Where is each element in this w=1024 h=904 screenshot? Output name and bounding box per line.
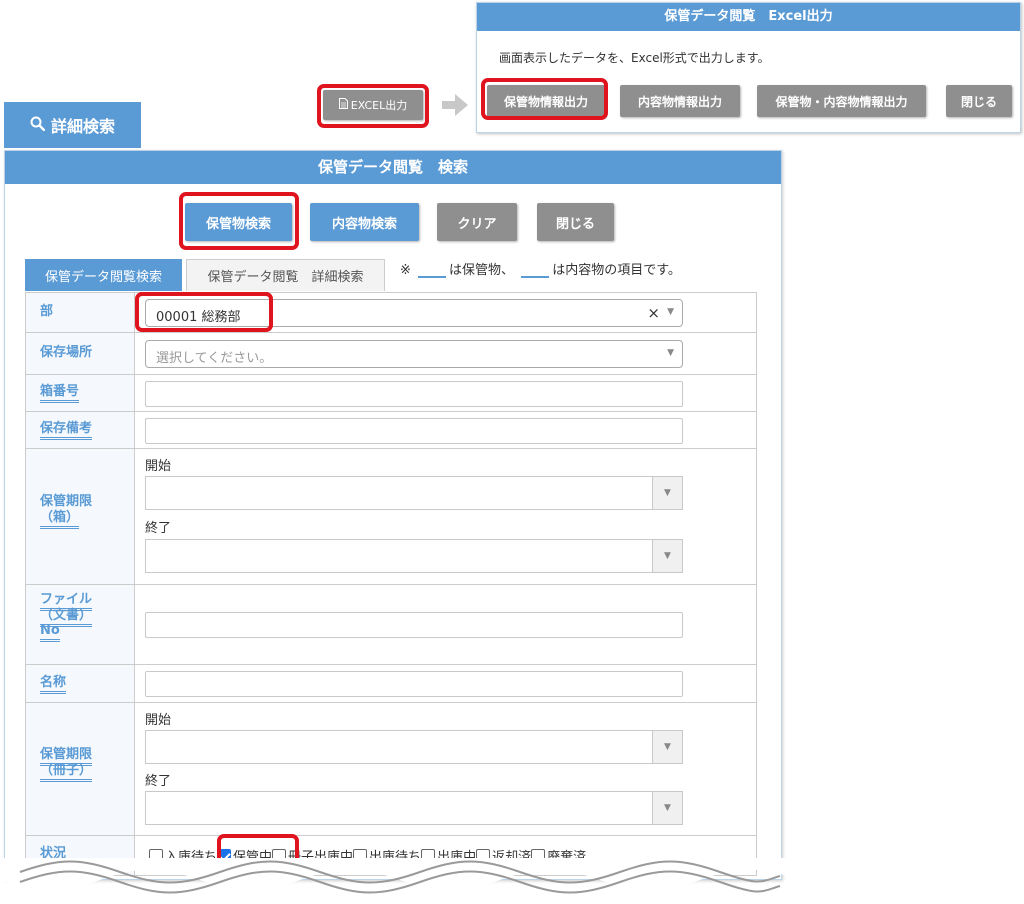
file-no-input[interactable] <box>145 612 683 638</box>
retention-box-start-label: 開始 <box>145 459 172 474</box>
department-label: 部 <box>40 304 54 319</box>
chevron-down-icon[interactable]: ▼ <box>652 792 682 824</box>
retention-booklet-end-input[interactable]: ▼ <box>145 791 683 825</box>
excel-export-label: EXCEL出力 <box>350 99 408 112</box>
chevron-down-icon[interactable]: ▼ <box>652 540 682 572</box>
torn-edge-decoration <box>0 858 800 894</box>
clear-icon[interactable]: × <box>647 304 660 322</box>
tab-detail-search[interactable]: 保管データ閲覧 詳細検索 <box>186 259 385 291</box>
form-row-retention-box: 保管期限 （箱） 開始 ▼ 終了 ▼ <box>25 449 757 585</box>
search-panel-title: 保管データ閲覧 検索 <box>5 151 781 184</box>
search-panel: 保管データ閲覧 検索 保管物検索 内容物検索 クリア 閉じる 保管データ閲覧検索… <box>4 150 782 880</box>
department-select[interactable]: 00001 総務部 × ▼ <box>145 299 683 327</box>
box-no-label: 箱番号 <box>40 384 80 403</box>
form-row-location: 保存場所 選択してください。 ▼ <box>25 333 757 375</box>
excel-export-button[interactable]: EXCEL出力 <box>323 90 423 120</box>
excel-dialog-title: 保管データ閲覧 Excel出力 <box>477 3 1020 31</box>
chevron-down-icon: ▼ <box>667 307 674 317</box>
storage-search-button[interactable]: 保管物検索 <box>185 203 292 241</box>
location-placeholder: 選択してください。 <box>156 351 273 366</box>
retention-box-label-line2: （箱） <box>40 509 80 529</box>
content-search-button[interactable]: 内容物検索 <box>310 203 419 241</box>
storage-note-label: 保存備考 <box>40 421 93 440</box>
file-no-label-line3: No <box>40 623 60 643</box>
excel-dialog-close-button[interactable]: 閉じる <box>946 85 1012 117</box>
retention-box-start-input[interactable]: ▼ <box>145 476 683 510</box>
retention-booklet-start-label: 開始 <box>145 713 172 728</box>
form-row-storage-note: 保存備考 <box>25 412 757 449</box>
location-select[interactable]: 選択してください。 ▼ <box>145 340 683 368</box>
form-row-department: 部 00001 総務部 × ▼ <box>25 293 757 333</box>
name-input[interactable] <box>145 671 683 697</box>
storage-info-export-button[interactable]: 保管物情報出力 <box>487 85 605 117</box>
storage-content-info-export-button[interactable]: 保管物・内容物情報出力 <box>757 85 926 117</box>
form-row-retention-booklet: 保管期限 （冊子） 開始 ▼ 終了 ▼ <box>25 703 757 836</box>
form-row-file-no: ファイル （文書） No <box>25 585 757 665</box>
search-icon <box>30 116 46 135</box>
retention-box-label-line1: 保管期限 <box>40 494 93 509</box>
legend-note: ※ は保管物、 は内容物の項目です。 <box>400 259 681 278</box>
content-underline-sample <box>521 264 550 278</box>
retention-booklet-label-line2: （冊子） <box>40 762 93 782</box>
name-label: 名称 <box>40 675 67 694</box>
chevron-down-icon[interactable]: ▼ <box>652 731 682 763</box>
search-form: 部 00001 総務部 × ▼ 保存場所 選択してください。 ▼ 箱番号 保存備… <box>25 292 757 879</box>
retention-booklet-end-label: 終了 <box>145 774 172 789</box>
excel-output-dialog: 保管データ閲覧 Excel出力 画面表示したデータを、Excel形式で出力します… <box>476 2 1021 133</box>
document-icon <box>338 98 348 112</box>
note-content-text: は内容物の項目です。 <box>552 263 681 278</box>
retention-box-end-input[interactable]: ▼ <box>145 539 683 573</box>
arrow-right-icon <box>442 94 468 120</box>
chevron-down-icon: ▼ <box>667 348 674 358</box>
chevron-down-icon[interactable]: ▼ <box>652 477 682 509</box>
detail-search-tab[interactable]: 詳細検索 <box>4 102 141 148</box>
tab-basic-search[interactable]: 保管データ閲覧検索 <box>25 259 182 291</box>
detail-search-label: 詳細検索 <box>50 117 115 136</box>
content-info-export-button[interactable]: 内容物情報出力 <box>620 85 740 117</box>
retention-booklet-start-input[interactable]: ▼ <box>145 730 683 764</box>
location-label: 保存場所 <box>40 345 93 360</box>
storage-note-input[interactable] <box>145 418 683 444</box>
storage-underline-sample <box>418 264 447 278</box>
excel-dialog-message: 画面表示したデータを、Excel形式で出力します。 <box>499 51 770 65</box>
note-prefix: ※ <box>400 263 411 278</box>
clear-button[interactable]: クリア <box>437 203 517 241</box>
department-value: 00001 総務部 <box>156 310 241 325</box>
box-no-input[interactable] <box>145 381 683 407</box>
close-button[interactable]: 閉じる <box>537 203 614 241</box>
retention-box-end-label: 終了 <box>145 521 172 536</box>
form-row-name: 名称 <box>25 665 757 703</box>
note-storage-text: は保管物、 <box>449 263 515 278</box>
form-row-box-no: 箱番号 <box>25 375 757 412</box>
